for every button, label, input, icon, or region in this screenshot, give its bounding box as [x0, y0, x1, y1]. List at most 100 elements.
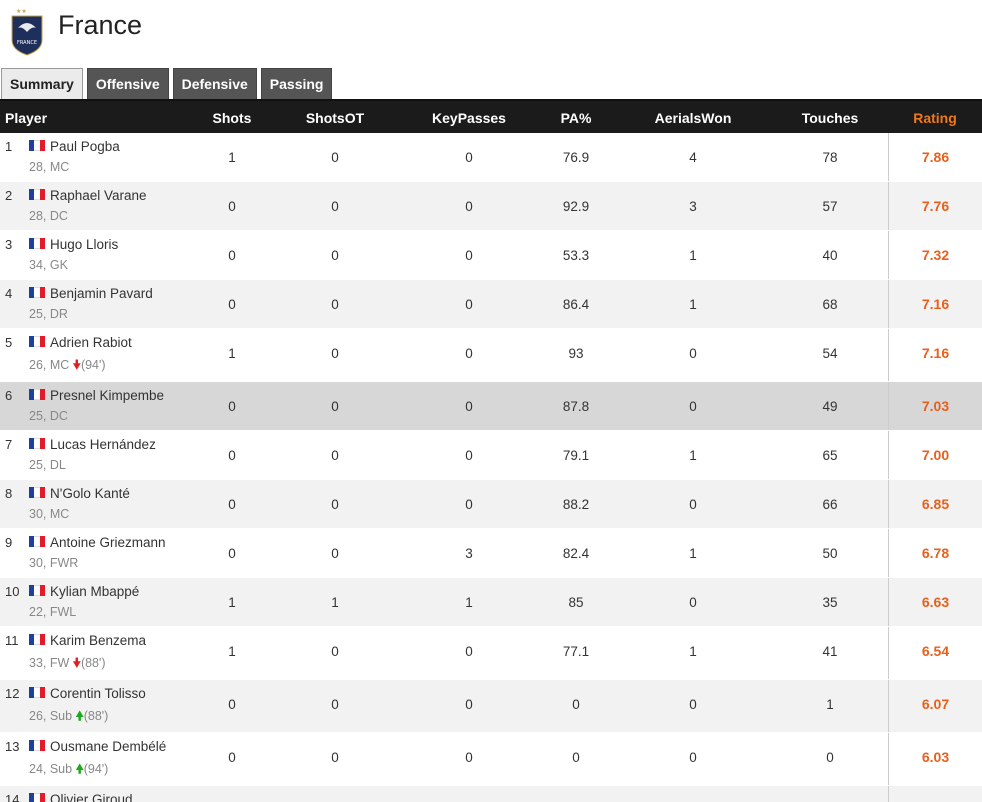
shots-value: 0 [228, 750, 236, 765]
aerials-won-value: 1 [689, 297, 697, 312]
aerials-won-value: 1 [689, 546, 697, 561]
table-row[interactable]: 7 Lucas Hernández 25, DL 0 0 0 79.1 1 65 7.00 [0, 431, 982, 480]
player-meta-text: 28, DC [29, 209, 68, 223]
player-rating: 6.85 [888, 480, 982, 528]
pass-accuracy-value: 76.9 [562, 150, 590, 165]
stats-tabs: Summary Offensive Defensive Passing [0, 68, 333, 100]
pass-accuracy-value: 93 [568, 346, 584, 361]
player-name-link[interactable]: Benjamin Pavard [50, 286, 153, 301]
tab-offensive[interactable]: Offensive [86, 68, 169, 99]
table-row[interactable]: 6 Presnel Kimpembe 25, DC 0 0 0 87.8 0 49 7.03 [0, 382, 982, 431]
player-name-link[interactable]: Raphael Varane [50, 188, 147, 203]
shots-value: 0 [228, 399, 236, 414]
shots-value: 0 [228, 546, 236, 561]
table-row[interactable]: 1 Paul Pogba 28, MC 1 0 0 76.9 4 78 7.86 [0, 133, 982, 182]
aerials-won-value: 0 [689, 497, 697, 512]
tab-summary[interactable]: Summary [1, 68, 83, 99]
aerials-won-value: 0 [689, 399, 697, 414]
substitution-minute: (94') [80, 358, 106, 372]
touches-value: 0 [826, 750, 834, 765]
table-row[interactable]: 5 Adrien Rabiot 26, MC 🠟(94') 1 0 0 93 0 54 7.16 [0, 329, 982, 382]
tab-defensive[interactable]: Defensive [172, 68, 257, 99]
player-name-link[interactable]: Paul Pogba [50, 139, 120, 154]
touches-value: 49 [822, 399, 838, 414]
col-header-shots[interactable]: Shots [200, 101, 264, 135]
player-rank: 10 [5, 584, 20, 599]
pass-accuracy-value: 0 [572, 697, 580, 712]
player-name-link[interactable]: Hugo Lloris [50, 237, 118, 252]
player-rating: 6.63 [888, 578, 982, 626]
team-header: ★★ FRANCE France [0, 0, 982, 64]
table-row[interactable]: 11 Karim Benzema 33, FW 🠟(88') 1 0 0 77.1 1 41 6.… [0, 627, 982, 680]
player-age-position: 33, FW 🠟(88') [29, 654, 106, 675]
aerials-won-value: 1 [689, 248, 697, 263]
table-row[interactable]: 4 Benjamin Pavard 25, DR 0 0 0 86.4 1 68 7.16 [0, 280, 982, 329]
player-rank: 8 [5, 486, 13, 501]
col-header-shots-ot[interactable]: ShotsOT [300, 101, 370, 135]
france-flag-icon [29, 189, 45, 200]
touches-value: 66 [822, 497, 838, 512]
table-row[interactable]: 2 Raphael Varane 28, DC 0 0 0 92.9 3 57 7.76 [0, 182, 982, 231]
player-meta-text: 25, DR [29, 307, 68, 321]
player-age-position: 25, DL [29, 458, 66, 472]
table-row[interactable]: 12 Corentin Tolisso 26, Sub 🠝(88') 0 0 0 0 0 1 6.… [0, 680, 982, 733]
key-passes-value: 0 [465, 497, 473, 512]
key-passes-value: 0 [465, 750, 473, 765]
player-rating: 7.00 [888, 431, 982, 479]
france-flag-icon [29, 487, 45, 498]
table-row[interactable]: 14 Olivier Giroud [0, 786, 982, 802]
pass-accuracy-value: 82.4 [562, 546, 590, 561]
player-name-link[interactable]: Karim Benzema [50, 633, 146, 648]
substitution-minute: (88') [83, 709, 109, 723]
player-name-link[interactable]: Antoine Griezmann [50, 535, 166, 550]
table-body: 1 Paul Pogba 28, MC 1 0 0 76.9 4 78 7.86 2 Raphael … [0, 133, 982, 802]
shots-value: 0 [228, 297, 236, 312]
player-rank: 4 [5, 286, 13, 301]
col-header-key-passes[interactable]: KeyPasses [428, 101, 510, 135]
substitution-minute: (94') [83, 762, 109, 776]
player-rank: 2 [5, 188, 13, 203]
shots-value: 1 [228, 150, 236, 165]
player-rank: 14 [5, 792, 20, 802]
player-name-link[interactable]: Lucas Hernández [50, 437, 156, 452]
player-name-link[interactable]: Corentin Tolisso [50, 686, 146, 701]
touches-value: 40 [822, 248, 838, 263]
player-name-link[interactable]: Adrien Rabiot [50, 335, 132, 350]
player-rating: 7.16 [888, 280, 982, 328]
player-rank: 1 [5, 139, 13, 154]
touches-value: 1 [826, 697, 834, 712]
pass-accuracy-value: 79.1 [562, 448, 590, 463]
france-flag-icon [29, 793, 45, 802]
player-name-link[interactable]: Kylian Mbappé [50, 584, 139, 599]
table-row[interactable]: 9 Antoine Griezmann 30, FWR 0 0 3 82.4 1 50 6.78 [0, 529, 982, 578]
table-row[interactable]: 13 Ousmane Dembélé 24, Sub 🠝(94') 0 0 0 0 0 0 6.0… [0, 733, 982, 786]
pass-accuracy-value: 85 [568, 595, 584, 610]
france-flag-icon [29, 687, 45, 698]
player-meta-text: 28, MC [29, 160, 70, 174]
col-header-pass-accuracy[interactable]: PA% [548, 101, 604, 135]
col-header-player[interactable]: Player [5, 101, 47, 135]
tab-passing[interactable]: Passing [260, 68, 333, 99]
col-header-rating[interactable]: Rating [888, 101, 982, 135]
player-name-link[interactable]: Presnel Kimpembe [50, 388, 164, 403]
table-row[interactable]: 3 Hugo Lloris 34, GK 0 0 0 53.3 1 40 7.32 [0, 231, 982, 280]
aerials-won-value: 0 [689, 346, 697, 361]
touches-value: 78 [822, 150, 838, 165]
col-header-touches[interactable]: Touches [796, 101, 864, 135]
shots-value: 1 [228, 595, 236, 610]
player-name-link[interactable]: N'Golo Kanté [50, 486, 130, 501]
col-header-aerials-won[interactable]: AerialsWon [648, 101, 738, 135]
player-name-link[interactable]: Ousmane Dembélé [50, 739, 166, 754]
player-meta-text: 33, FW [29, 656, 70, 670]
touches-value: 35 [822, 595, 838, 610]
shots-value: 0 [228, 697, 236, 712]
table-row[interactable]: 8 N'Golo Kanté 30, MC 0 0 0 88.2 0 66 6.85 [0, 480, 982, 529]
shots-ot-value: 0 [331, 497, 339, 512]
key-passes-value: 0 [465, 448, 473, 463]
player-name-link[interactable]: Olivier Giroud [50, 792, 133, 802]
player-meta-text: 30, FWR [29, 556, 79, 570]
pass-accuracy-value: 92.9 [562, 199, 590, 214]
table-row[interactable]: 10 Kylian Mbappé 22, FWL 1 1 1 85 0 35 6.63 [0, 578, 982, 627]
player-rank: 6 [5, 388, 13, 403]
touches-value: 57 [822, 199, 838, 214]
